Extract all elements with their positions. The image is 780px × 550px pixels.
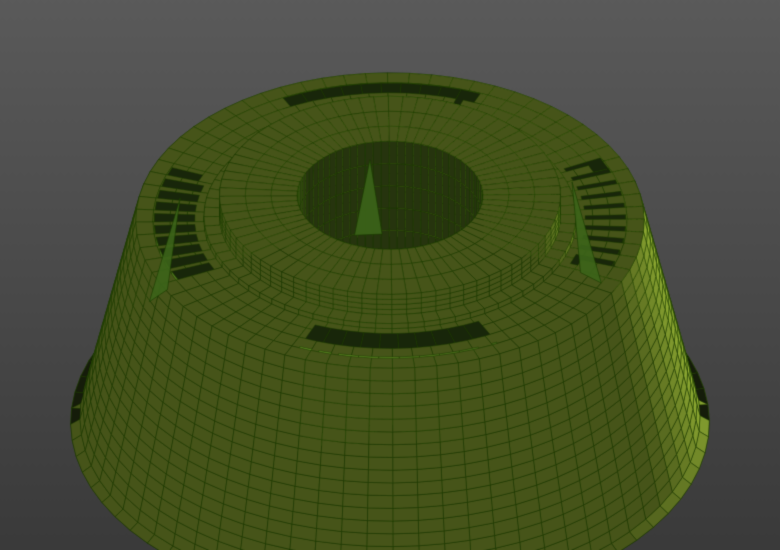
mesh-viewport[interactable] <box>0 0 780 550</box>
